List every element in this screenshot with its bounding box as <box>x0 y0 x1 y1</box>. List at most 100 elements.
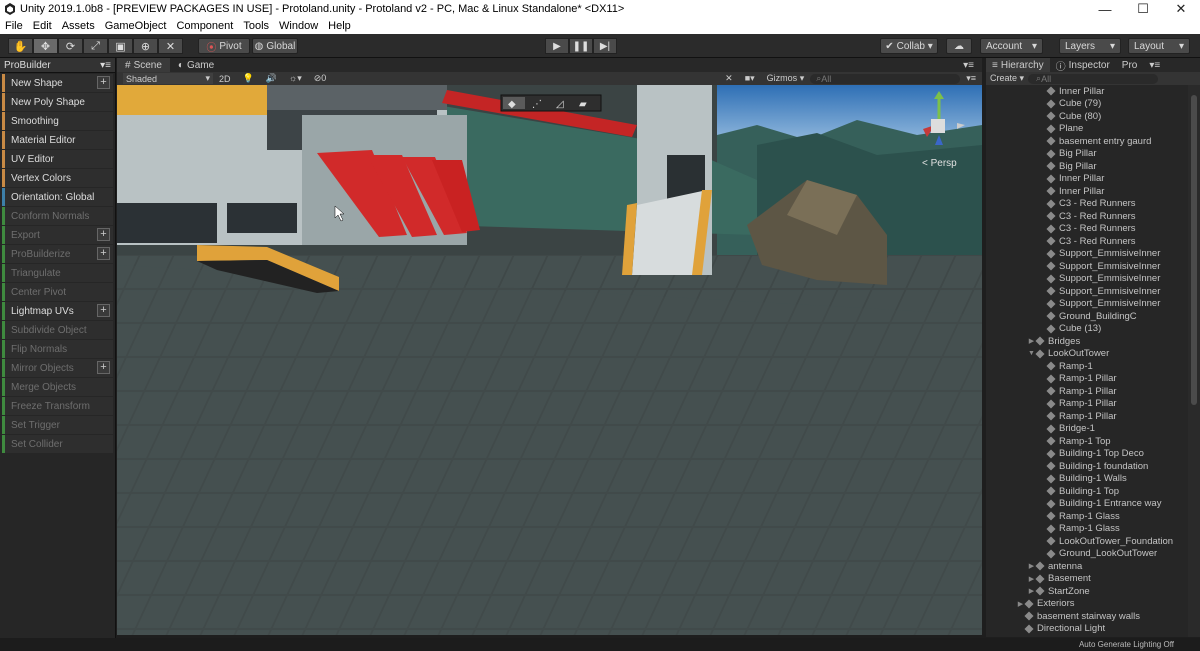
step-icon[interactable]: ▶| <box>593 38 617 54</box>
tab-pro[interactable]: Pro <box>1116 58 1144 72</box>
hierarchy-row[interactable]: Ramp-1 <box>986 360 1188 373</box>
layers-dropdown[interactable]: Layers ▾ <box>1059 38 1121 54</box>
hand-tool-icon[interactable]: ✋ <box>8 38 33 54</box>
hierarchy-row[interactable]: Cube (79) <box>986 98 1188 111</box>
probuilder-item-new-shape[interactable]: New Shape + <box>2 74 113 92</box>
hidden-objects-icon[interactable]: ⊘0 <box>308 73 333 84</box>
collab-button[interactable]: ✔ Collab ▾ <box>880 38 938 54</box>
scrollbar-thumb[interactable] <box>1191 95 1197 405</box>
probuilder-item-set-collider[interactable]: Set Collider <box>2 435 113 453</box>
hierarchy-row[interactable]: Ramp-1 Pillar <box>986 373 1188 386</box>
probuilder-item-export[interactable]: Export + <box>2 226 113 244</box>
tab-scene[interactable]: # Scene <box>117 58 170 72</box>
play-icon[interactable]: ▶ <box>545 38 569 54</box>
hierarchy-row[interactable]: C3 - Red Runners <box>986 198 1188 211</box>
hierarchy-row[interactable]: Ramp-1 Pillar <box>986 410 1188 423</box>
hierarchy-row[interactable]: Support_EmmisiveInner <box>986 260 1188 273</box>
hierarchy-row[interactable]: Big Pillar <box>986 160 1188 173</box>
menu-item-window[interactable]: Window <box>274 20 323 32</box>
effects-toggle-icon[interactable]: ☼▾ <box>283 73 308 84</box>
hierarchy-row[interactable]: Support_EmmisiveInner <box>986 273 1188 286</box>
menu-item-edit[interactable]: Edit <box>28 20 57 32</box>
hierarchy-scrollbar[interactable] <box>1188 85 1200 637</box>
probuilder-item-freeze-transform[interactable]: Freeze Transform <box>2 397 113 415</box>
hierarchy-row[interactable]: Directional Light <box>986 623 1188 636</box>
options-plus-icon[interactable]: + <box>97 304 110 317</box>
hierarchy-row[interactable]: ▶ antenna <box>986 560 1188 573</box>
hierarchy-row[interactable]: Support_EmmisiveInner <box>986 285 1188 298</box>
rect-tool-icon[interactable]: ▣ <box>108 38 133 54</box>
hierarchy-row[interactable]: Ground_BuildingC <box>986 310 1188 323</box>
custom-tool-icon[interactable]: ✕ <box>158 38 183 54</box>
tab-game[interactable]: ◐ Game <box>170 58 222 72</box>
hierarchy-row[interactable]: ▶ Exteriors <box>986 598 1188 611</box>
probuilder-item-flip-normals[interactable]: Flip Normals <box>2 340 113 358</box>
transform-tool-icon[interactable]: ⊕ <box>133 38 158 54</box>
hierarchy-row[interactable]: Plane <box>986 123 1188 136</box>
minimize-icon[interactable]: — <box>1086 2 1124 17</box>
scene-search-input[interactable]: ⌕ All <box>810 73 961 84</box>
tab-hierarchy[interactable]: ≡ Hierarchy <box>986 58 1050 72</box>
hierarchy-row[interactable]: ▼ LookOutTower <box>986 348 1188 361</box>
hierarchy-row[interactable]: Ramp-1 Pillar <box>986 385 1188 398</box>
lighting-toggle-icon[interactable]: 💡 <box>237 73 260 84</box>
hierarchy-row[interactable]: Building-1 foundation <box>986 460 1188 473</box>
options-plus-icon[interactable]: + <box>97 228 110 241</box>
hierarchy-row[interactable]: Inner Pillar <box>986 173 1188 186</box>
perspective-label[interactable]: < Persp <box>922 158 957 169</box>
tools-icon[interactable]: ✕ <box>719 73 739 84</box>
scale-tool-icon[interactable]: ⤢ <box>83 38 108 54</box>
hierarchy-row[interactable]: Cube (80) <box>986 110 1188 123</box>
options-plus-icon[interactable]: + <box>97 361 110 374</box>
probuilder-item-vertex-colors[interactable]: Vertex Colors <box>2 169 113 187</box>
cloud-button[interactable]: ☁ <box>946 38 972 54</box>
probuilder-item-conform-normals[interactable]: Conform Normals <box>2 207 113 225</box>
hierarchy-row[interactable]: Ramp-1 Glass <box>986 523 1188 536</box>
hierarchy-search-input[interactable]: ⌕ All <box>1028 73 1159 84</box>
gizmos-dropdown[interactable]: Gizmos ▾ <box>761 73 811 84</box>
scene-bar-menu-icon[interactable]: ▾≡ <box>960 73 982 84</box>
scene-viewport[interactable]: < Persp ◆ ⋰ ◿ ▰ <box>117 85 982 635</box>
probuilder-item-triangulate[interactable]: Triangulate <box>2 264 113 282</box>
close-icon[interactable]: ✕ <box>1162 1 1200 17</box>
collapsed-arrow-icon[interactable]: ▶ <box>1027 337 1036 345</box>
probuilder-item-material-editor[interactable]: Material Editor <box>2 131 113 149</box>
account-dropdown[interactable]: Account ▾ <box>980 38 1043 54</box>
probuilder-item-smoothing[interactable]: Smoothing <box>2 112 113 130</box>
hierarchy-row[interactable]: ▶ Bridges <box>986 335 1188 348</box>
hierarchy-row[interactable]: Building-1 Top Deco <box>986 448 1188 461</box>
toggle-2d-button[interactable]: 2D <box>213 74 237 84</box>
hierarchy-row[interactable]: Building-1 Entrance way <box>986 498 1188 511</box>
layout-dropdown[interactable]: Layout ▾ <box>1128 38 1190 54</box>
collapsed-arrow-icon[interactable]: ▶ <box>1027 587 1036 595</box>
right-panel-menu-icon[interactable]: ▾≡ <box>1143 58 1166 72</box>
hierarchy-row[interactable]: ▶ StartZone <box>986 585 1188 598</box>
rotate-tool-icon[interactable]: ⟳ <box>58 38 83 54</box>
hierarchy-row[interactable]: C3 - Red Runners <box>986 210 1188 223</box>
probuilder-item-merge-objects[interactable]: Merge Objects <box>2 378 113 396</box>
options-plus-icon[interactable]: + <box>97 76 110 89</box>
collapsed-arrow-icon[interactable]: ▶ <box>1027 562 1036 570</box>
panel-menu-icon[interactable]: ▾≡ <box>100 60 111 71</box>
menu-item-gameobject[interactable]: GameObject <box>100 20 172 32</box>
options-plus-icon[interactable]: + <box>97 247 110 260</box>
probuilder-item-subdivide-object[interactable]: Subdivide Object <box>2 321 113 339</box>
hierarchy-row[interactable]: Big Pillar <box>986 148 1188 161</box>
shading-mode-dropdown[interactable]: Shaded ▾ <box>123 73 213 84</box>
hierarchy-row[interactable]: Ramp-1 Pillar <box>986 398 1188 411</box>
move-tool-icon[interactable]: ✥ <box>33 38 58 54</box>
scene-menu-icon[interactable]: ▾≡ <box>955 58 982 72</box>
probuilder-tab[interactable]: ProBuilder ▾≡ <box>0 58 115 73</box>
hierarchy-row[interactable]: basement entry gaurd <box>986 135 1188 148</box>
hierarchy-row[interactable]: basement stairway walls <box>986 610 1188 623</box>
hierarchy-row[interactable]: Ramp-1 Top <box>986 435 1188 448</box>
global-button[interactable]: ◍ Global <box>252 38 298 54</box>
probuilder-item-new-poly-shape[interactable]: New Poly Shape <box>2 93 113 111</box>
probuilder-item-orientation-global[interactable]: Orientation: Global <box>2 188 113 206</box>
probuilder-item-mirror-objects[interactable]: Mirror Objects + <box>2 359 113 377</box>
menu-item-help[interactable]: Help <box>323 20 356 32</box>
menu-item-tools[interactable]: Tools <box>238 20 274 32</box>
probuilder-item-center-pivot[interactable]: Center Pivot <box>2 283 113 301</box>
hierarchy-row[interactable]: LookOutTower_Foundation <box>986 535 1188 548</box>
create-dropdown[interactable]: Create ▾ <box>986 73 1028 84</box>
